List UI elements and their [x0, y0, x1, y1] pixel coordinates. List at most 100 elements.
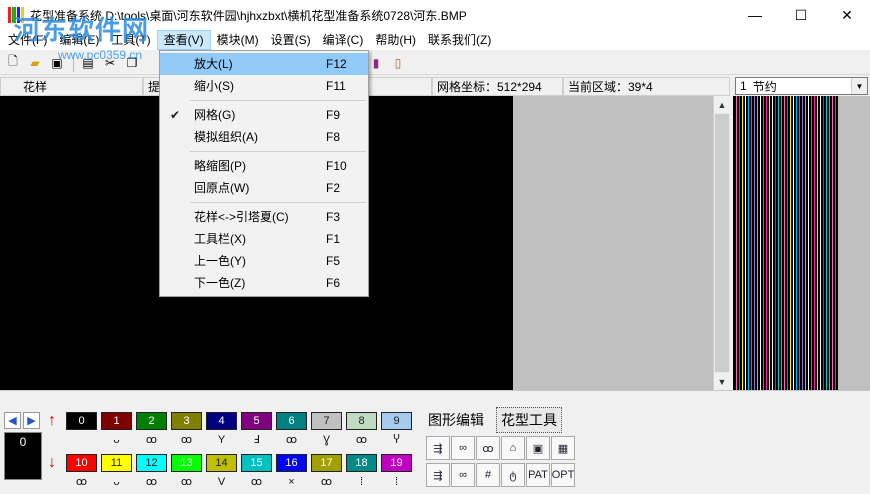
color-palette: 01ᴗ2ꝏ3ꝏ4Y5Ⅎ6ꝏ7Ɣ8ꝏ9Ⴤ 10 ꝏ 11 ᴗ 12 ꝏ 13 ꝏ 14 V 15 ꝏ 16… [64, 410, 414, 494]
color-up-icon[interactable]: ↑ [46, 412, 58, 450]
palette-cell[interactable]: 2ꝏ [134, 410, 169, 452]
palette-cell[interactable]: 13 ꝏ [169, 452, 204, 494]
color-swatch[interactable]: 12 [136, 454, 167, 472]
pattern-tool-button[interactable]: ▣ [526, 436, 550, 460]
pattern-tool-button[interactable]: ⌂ [501, 436, 525, 460]
view-menu-item[interactable]: 略缩图(P) F10 [160, 155, 368, 177]
palette-cell[interactable]: 0 [64, 410, 99, 452]
color-swatch[interactable]: 0 [66, 412, 97, 430]
palette-cell[interactable]: 19 ⁞ [379, 452, 414, 494]
view-menu-item[interactable]: 模拟组织(A) F8 [160, 126, 368, 148]
scroll-up-icon[interactable]: ▲ [714, 96, 730, 113]
menu-settings[interactable]: 设置(S) [265, 30, 317, 50]
palette-cell[interactable]: 17 ꝏ [309, 452, 344, 494]
pattern-tool-button[interactable]: ტ [501, 463, 525, 487]
palette-cell[interactable]: 12 ꝏ [134, 452, 169, 494]
view-menu-item[interactable]: 下一色(Z) F6 [160, 272, 368, 294]
color-swatch[interactable]: 11 [101, 454, 132, 472]
color-swatch[interactable]: 13 [171, 454, 202, 472]
prev-arrow-icon[interactable]: ◀ [4, 412, 21, 429]
menu-file[interactable]: 文件(F) [2, 30, 53, 50]
copy-icon[interactable]: ❐ [122, 53, 142, 73]
maximize-button[interactable]: ☐ [778, 0, 824, 30]
palette-cell[interactable]: 3ꝏ [169, 410, 204, 452]
pattern-combo[interactable]: 1 节约 ▼ [735, 77, 868, 95]
pattern-tool-button[interactable]: ▦ [551, 436, 575, 460]
preview-stripe [811, 96, 812, 390]
view-menu-item-label: 略缩图(P) [194, 159, 246, 173]
menu-compile[interactable]: 编译(C) [317, 30, 370, 50]
pattern-tool-button[interactable]: ⇶ [426, 463, 450, 487]
color-swatch[interactable]: 10 [66, 454, 97, 472]
menu-tools[interactable]: 工具(T) [105, 30, 156, 50]
color-swatch[interactable]: 9 [381, 412, 412, 430]
color-swatch[interactable]: 5 [241, 412, 272, 430]
pattern-tool-button[interactable]: ∞ [451, 463, 475, 487]
view-menu-item[interactable]: ✔ 网格(G) F9 [160, 104, 368, 126]
color-swatch[interactable]: 14 [206, 454, 237, 472]
cut-icon[interactable]: ✂ [100, 53, 120, 73]
palette-cell[interactable]: 8ꝏ [344, 410, 379, 452]
view-menu-item[interactable]: 回原点(W) F2 [160, 177, 368, 199]
palette-cell[interactable]: 6ꝏ [274, 410, 309, 452]
tab-graphic-edit[interactable]: 图形编辑 [424, 408, 488, 432]
palette-cell[interactable]: 11 ᴗ [99, 452, 134, 494]
pattern-tool-button[interactable]: # [476, 463, 500, 487]
thumbnail-preview[interactable] [733, 96, 838, 390]
new-file-icon[interactable]: 🗋 [3, 53, 23, 73]
view-menu-item[interactable]: 上一色(Y) F5 [160, 250, 368, 272]
menu-contact[interactable]: 联系我们(Z) [422, 30, 497, 50]
chevron-down-icon[interactable]: ▼ [851, 78, 867, 94]
minimize-button[interactable]: — [732, 0, 778, 30]
color-swatch[interactable]: 6 [276, 412, 307, 430]
palette-cell[interactable]: 5Ⅎ [239, 410, 274, 452]
pattern-tool-button[interactable]: ꝏ [476, 436, 500, 460]
color-swatch[interactable]: 15 [241, 454, 272, 472]
menu-edit[interactable]: 编辑(E) [53, 30, 105, 50]
pattern-tool-button[interactable]: ⇶ [426, 436, 450, 460]
pattern-tool-button[interactable]: ∞ [451, 436, 475, 460]
palette-cell[interactable]: 15 ꝏ [239, 452, 274, 494]
color-swatch[interactable]: 3 [171, 412, 202, 430]
pattern-tool-button[interactable]: PAT [526, 463, 550, 487]
palette-cell[interactable]: 16 × [274, 452, 309, 494]
color-swatch[interactable]: 18 [346, 454, 377, 472]
palette-cell[interactable]: 14 V [204, 452, 239, 494]
palette-cell[interactable]: 10 ꝏ [64, 452, 99, 494]
trash-icon[interactable]: ▯ [388, 53, 408, 73]
save-icon[interactable]: ▣ [47, 53, 67, 73]
scroll-thumb[interactable] [715, 114, 729, 372]
scroll-down-icon[interactable]: ▼ [714, 373, 730, 390]
book-icon[interactable]: ▮ [366, 53, 386, 73]
color-swatch[interactable]: 7 [311, 412, 342, 430]
color-swatch[interactable]: 16 [276, 454, 307, 472]
close-button[interactable]: ✕ [824, 0, 870, 30]
view-menu-item[interactable]: 缩小(S) F11 [160, 75, 368, 97]
tab-pattern-tool[interactable]: 花型工具 [496, 407, 562, 433]
weave-symbol-icon: Ⅎ [253, 434, 260, 446]
view-menu-item[interactable]: 放大(L) F12 [160, 53, 368, 75]
tool-grid: ⇶ ∞ ꝏ ⌂ ▣ ▦ ⇶ ∞ # ტ PAT OPT [426, 436, 576, 490]
next-arrow-icon[interactable]: ▶ [23, 412, 40, 429]
color-swatch[interactable]: 8 [346, 412, 377, 430]
paste-icon[interactable]: ▤ [78, 53, 98, 73]
pattern-tool-button[interactable]: OPT [551, 463, 575, 487]
color-swatch[interactable]: 1 [101, 412, 132, 430]
color-down-icon[interactable]: ↓ [46, 454, 58, 492]
menu-module[interactable]: 模块(M) [211, 30, 265, 50]
vertical-scrollbar[interactable]: ▲ ▼ [713, 96, 730, 390]
color-swatch[interactable]: 2 [136, 412, 167, 430]
menu-help[interactable]: 帮助(H) [369, 30, 422, 50]
palette-cell[interactable]: 9Ⴤ [379, 410, 414, 452]
palette-cell[interactable]: 1ᴗ [99, 410, 134, 452]
color-swatch[interactable]: 19 [381, 454, 412, 472]
palette-cell[interactable]: 18 ⁞ [344, 452, 379, 494]
view-menu-item[interactable]: 花样<->引塔夏(C) F3 [160, 206, 368, 228]
view-menu-item[interactable]: 工具栏(X) F1 [160, 228, 368, 250]
color-swatch[interactable]: 17 [311, 454, 342, 472]
color-swatch[interactable]: 4 [206, 412, 237, 430]
palette-cell[interactable]: 4Y [204, 410, 239, 452]
palette-cell[interactable]: 7Ɣ [309, 410, 344, 452]
menu-view[interactable]: 查看(V) [156, 30, 211, 50]
open-folder-icon[interactable]: ▰ [25, 53, 45, 73]
